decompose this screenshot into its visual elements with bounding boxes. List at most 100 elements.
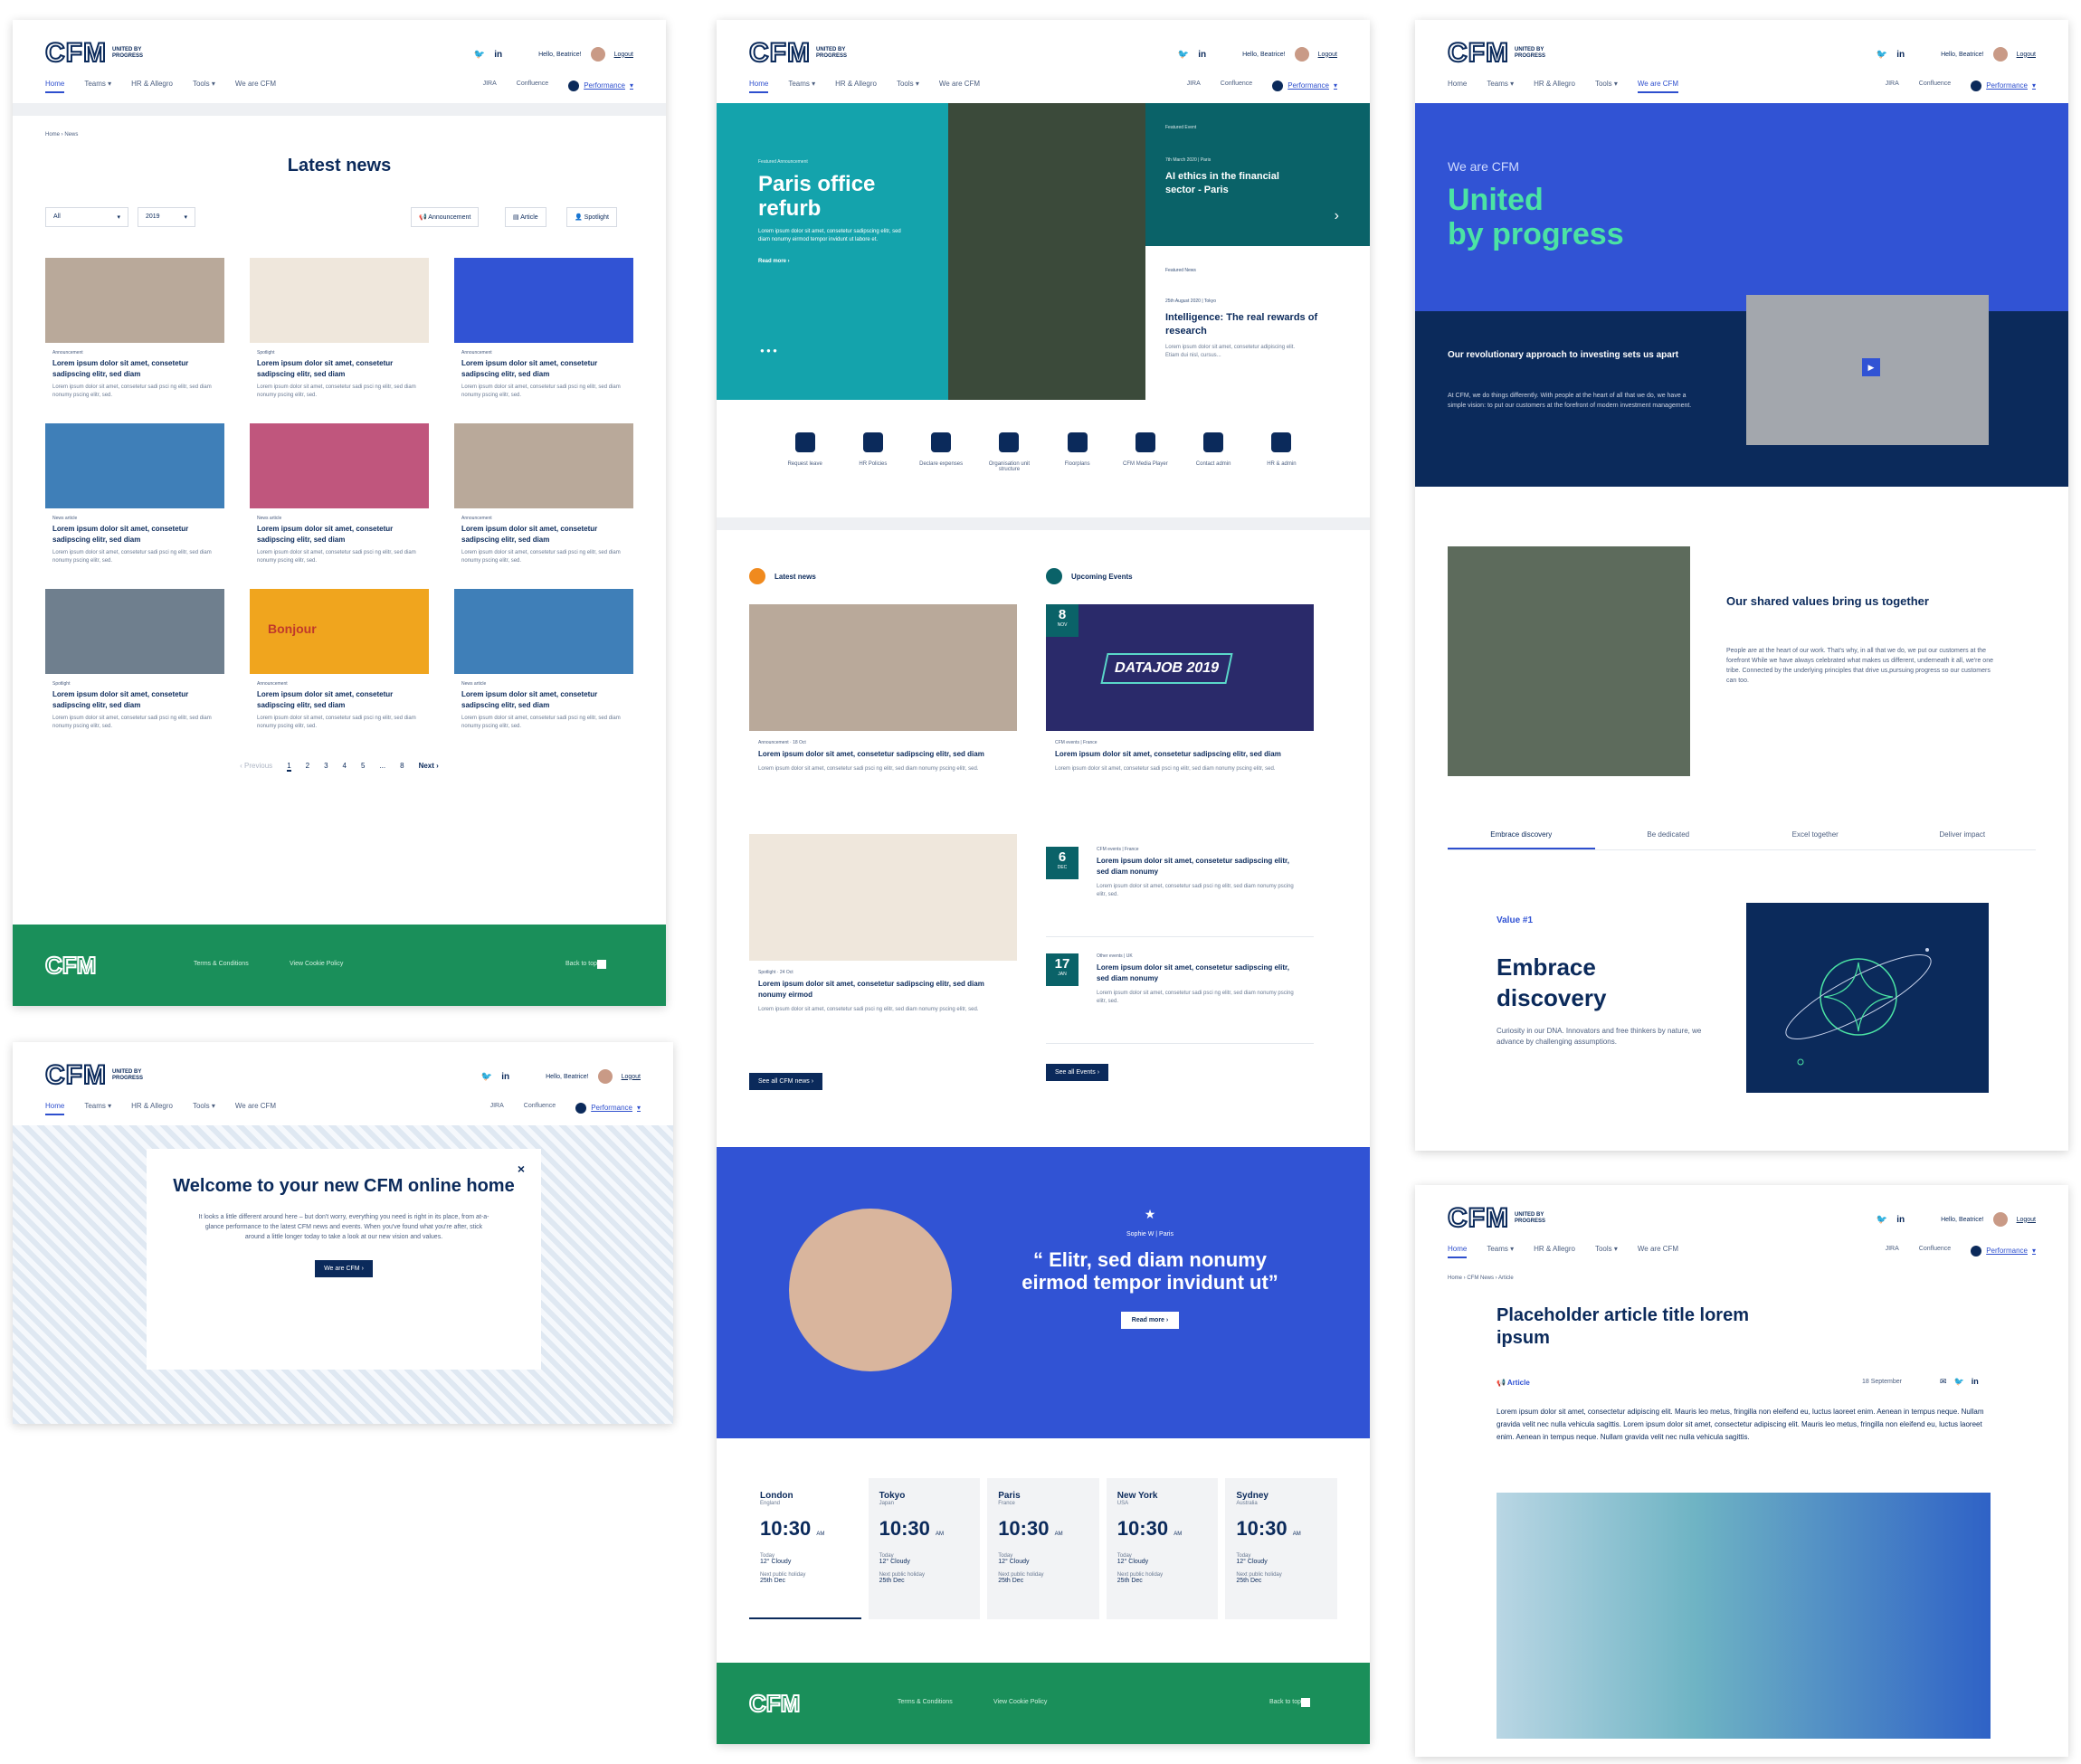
jira-link[interactable]: JIRA (1886, 81, 1899, 90)
nav-item[interactable]: HR & Allegro (131, 1102, 173, 1114)
footer-logo[interactable]: CFM (44, 951, 97, 980)
twitter-icon[interactable]: 🐦 (1178, 50, 1189, 60)
quote-read-more-button[interactable]: Read more › (1120, 1312, 1180, 1329)
hero-panel[interactable]: Featured Announcement Paris office refur… (717, 103, 948, 400)
page-link[interactable]: 2 (306, 762, 309, 772)
news-card[interactable]: Announcement Lorem ipsum dolor sit amet,… (454, 258, 633, 403)
nav-item[interactable]: HR & Allegro (1534, 1245, 1575, 1257)
nav-item[interactable]: Teams ▾ (1487, 1245, 1514, 1257)
jira-link[interactable]: JIRA (490, 1103, 504, 1113)
jira-link[interactable]: JIRA (1886, 1246, 1899, 1256)
quick-link[interactable]: Floorplans (1050, 432, 1105, 517)
confluence-link[interactable]: Confluence (1919, 81, 1951, 90)
nav-item[interactable]: Home (1448, 1245, 1468, 1258)
quick-link[interactable]: Request leave (778, 432, 832, 517)
nav-item[interactable]: Home (45, 80, 65, 93)
avatar[interactable] (1294, 47, 1309, 62)
quick-link[interactable]: HR Policies (846, 432, 900, 517)
twitter-icon[interactable]: 🐦 (481, 1072, 492, 1082)
news-card[interactable]: Spotlight Lorem ipsum dolor sit amet, co… (250, 258, 429, 403)
performance-link[interactable]: Performance ▾ (568, 80, 633, 91)
event-item[interactable]: 17 JAN Other events | UK Lorem ipsum dolo… (1046, 953, 1314, 1044)
twitter-icon[interactable]: 🐦 (1877, 1215, 1887, 1225)
logout-link[interactable]: Logout (2017, 1217, 2036, 1223)
jira-link[interactable]: JIRA (1187, 81, 1201, 90)
home-news-item[interactable]: Spotlight · 24 Oct Lorem ipsum dolor sit… (749, 834, 1017, 1064)
news-card[interactable]: Bonjour Announcement Lorem ipsum dolor s… (250, 589, 429, 735)
play-icon[interactable]: ▶ (1862, 358, 1880, 376)
tab-embrace-discovery[interactable]: Embrace discovery (1448, 830, 1595, 849)
twitter-icon[interactable]: 🐦 (1954, 1377, 1964, 1387)
nav-item[interactable]: Teams ▾ (788, 80, 815, 91)
tab-be-dedicated[interactable]: Be dedicated (1595, 830, 1743, 849)
quick-link[interactable]: Declare expenses (914, 432, 968, 517)
page-link[interactable]: 8 (400, 762, 404, 772)
avatar[interactable] (597, 1069, 613, 1084)
performance-link[interactable]: Performance ▾ (575, 1102, 641, 1114)
page-link[interactable]: 5 (361, 762, 365, 772)
filter-announcement-button[interactable]: 📢 Announcement (411, 207, 480, 227)
cookie-link[interactable]: View Cookie Policy (993, 1699, 1047, 1705)
arrow-up-icon[interactable] (1301, 1698, 1310, 1707)
close-icon[interactable]: × (518, 1162, 525, 1176)
nav-item[interactable]: Tools ▾ (193, 80, 215, 91)
logout-link[interactable]: Logout (614, 52, 633, 58)
team-video[interactable]: ▶ (1746, 295, 1989, 445)
news-card[interactable]: Announcement Lorem ipsum dolor sit amet,… (454, 423, 633, 569)
cfm-logo[interactable]: CFM United by progress (1447, 37, 1558, 69)
avatar[interactable] (1992, 47, 2008, 62)
page-link[interactable]: 1 (287, 762, 291, 772)
category-select[interactable]: All ▾ (45, 207, 128, 227)
nav-item[interactable]: Teams ▾ (84, 80, 111, 91)
quick-link[interactable]: CFM Media Player (1118, 432, 1173, 517)
performance-link[interactable]: Performance ▾ (1971, 80, 2036, 91)
see-all-events-button[interactable]: See all Events › (1046, 1064, 1109, 1081)
filter-article-button[interactable]: ▤ Article (505, 207, 546, 227)
tab-deliver-impact[interactable]: Deliver impact (1889, 830, 2037, 849)
linkedin-icon[interactable]: in (494, 50, 502, 60)
nav-item[interactable]: Home (45, 1102, 65, 1115)
nav-item[interactable]: Teams ▾ (84, 1102, 111, 1114)
news-card[interactable]: News article Lorem ipsum dolor sit amet,… (250, 423, 429, 569)
back-to-top-link[interactable]: Back to top (1269, 1699, 1301, 1705)
confluence-link[interactable]: Confluence (517, 81, 548, 90)
nav-item[interactable]: We are CFM (939, 80, 980, 91)
mail-icon[interactable]: ✉ (1940, 1377, 1947, 1387)
terms-link[interactable]: Terms & Conditions (194, 961, 249, 967)
featured-event-card[interactable]: Featured Event 7th March 2020 | Paris AI… (1145, 103, 1370, 246)
tab-excel-together[interactable]: Excel together (1742, 830, 1889, 849)
home-news-item[interactable]: Announcement · 18 Oct Lorem ipsum dolor … (749, 604, 1017, 834)
news-card[interactable]: Announcement Lorem ipsum dolor sit amet,… (45, 258, 224, 403)
linkedin-icon[interactable]: in (501, 1072, 509, 1082)
logout-link[interactable]: Logout (2017, 52, 2036, 58)
page-link[interactable]: 3 (324, 762, 328, 772)
logout-link[interactable]: Logout (1318, 52, 1337, 58)
next-page-link[interactable]: Next › (419, 762, 439, 772)
confluence-link[interactable]: Confluence (1919, 1246, 1951, 1256)
nav-item[interactable]: We are CFM (235, 80, 276, 91)
prev-page-link[interactable]: ‹ Previous (240, 762, 272, 772)
quick-link[interactable]: Contact admin (1186, 432, 1240, 517)
confluence-link[interactable]: Confluence (1221, 81, 1252, 90)
twitter-icon[interactable]: 🐦 (1877, 50, 1887, 60)
linkedin-icon[interactable]: in (1972, 1377, 1979, 1387)
we-are-cfm-button[interactable]: We are CFM › (315, 1260, 373, 1277)
nav-item[interactable]: We are CFM (235, 1102, 276, 1114)
news-card[interactable]: Spotlight Lorem ipsum dolor sit amet, co… (45, 589, 224, 735)
footer-logo[interactable]: CFM (748, 1689, 801, 1718)
nav-item[interactable]: Home (749, 80, 769, 93)
logout-link[interactable]: Logout (622, 1074, 641, 1080)
featured-news-card[interactable]: Featured News 25th August 2020 | Tokyo I… (1145, 246, 1370, 400)
twitter-icon[interactable]: 🐦 (474, 50, 485, 60)
performance-link[interactable]: Performance ▾ (1272, 80, 1337, 91)
nav-item[interactable]: Tools ▾ (193, 1102, 215, 1114)
arrow-up-icon[interactable] (597, 960, 606, 969)
avatar[interactable] (590, 47, 605, 62)
carousel-dots[interactable]: ● ● ● (760, 346, 777, 355)
terms-link[interactable]: Terms & Conditions (898, 1699, 953, 1705)
cfm-logo[interactable]: CFM United by progress (1447, 1202, 1558, 1234)
nav-item[interactable]: Home (1448, 80, 1467, 91)
see-all-news-button[interactable]: See all CFM news › (749, 1073, 823, 1090)
quick-link[interactable]: Organisation unit structure (982, 432, 1036, 517)
jira-link[interactable]: JIRA (483, 81, 497, 90)
